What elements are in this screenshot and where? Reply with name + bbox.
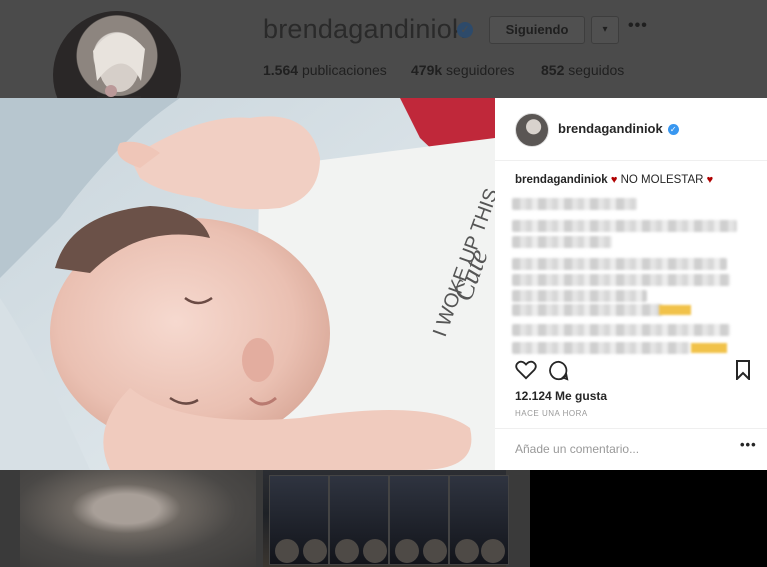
post-timestamp: HACE UNA HORA	[515, 409, 588, 418]
followers-count[interactable]: 479k seguidores	[411, 62, 515, 78]
blurred-emoji	[691, 343, 727, 353]
blurred-text	[512, 290, 647, 302]
blurred-text	[512, 198, 637, 210]
likes-count[interactable]: 12.124 Me gusta	[515, 389, 607, 403]
caption-username[interactable]: brendagandiniok	[515, 174, 608, 186]
blurred-text	[512, 304, 662, 316]
post-caption: brendagandiniok ♥ NO MOLESTAR ♥	[515, 174, 713, 186]
posts-label: publicaciones	[301, 62, 387, 78]
blurred-text	[512, 274, 730, 286]
more-options-icon[interactable]: •••	[628, 17, 648, 35]
grid-thumbnail[interactable]	[20, 470, 256, 567]
dropdown-button[interactable]: ▾	[591, 16, 619, 44]
following-label: seguidos	[568, 62, 625, 78]
blurred-emoji	[659, 305, 691, 315]
followers-value: 479k	[411, 62, 443, 78]
comment-box: •••	[495, 428, 767, 471]
verified-badge-icon: ✓	[457, 22, 473, 38]
like-heart-icon[interactable]	[515, 360, 537, 385]
grid-thumbnail[interactable]	[530, 470, 767, 567]
posts-value: 1.564	[263, 62, 299, 78]
posts-count: 1.564 publicaciones	[263, 62, 387, 78]
blurred-text	[512, 342, 690, 354]
caption-text: NO MOLESTAR	[620, 174, 704, 186]
comment-icon[interactable]	[548, 360, 569, 386]
blurred-text	[512, 324, 730, 336]
red-heart-icon: ♥	[610, 174, 618, 186]
blurred-text	[512, 236, 612, 248]
followers-label: seguidores	[446, 62, 515, 78]
post-username-link[interactable]: brendagandiniok ✓	[558, 121, 679, 136]
sleeping-baby-image: I WOKE UP THIS Cute	[0, 98, 495, 470]
grid-thumbnail[interactable]	[263, 470, 509, 567]
red-heart-icon: ♥	[706, 174, 714, 186]
blurred-text	[512, 258, 727, 270]
save-bookmark-icon[interactable]	[735, 360, 751, 385]
post-actions	[495, 360, 767, 390]
more-options-icon[interactable]: •••	[740, 437, 757, 452]
profile-username: brendagandiniok	[263, 14, 466, 44]
following-button[interactable]: Siguiendo	[489, 16, 585, 44]
blurred-text	[512, 220, 737, 232]
post-avatar[interactable]	[515, 113, 549, 147]
comment-input[interactable]	[515, 440, 715, 458]
post-header: brendagandiniok ✓	[495, 98, 767, 161]
verified-badge-icon: ✓	[667, 124, 679, 135]
post-username: brendagandiniok	[558, 121, 663, 136]
post-photo[interactable]: I WOKE UP THIS Cute	[0, 98, 495, 470]
post-sidebar: brendagandiniok ✓ brendagandiniok ♥ NO MO…	[495, 98, 767, 470]
following-value: 852	[541, 62, 565, 78]
following-count[interactable]: 852 seguidos	[541, 62, 624, 78]
